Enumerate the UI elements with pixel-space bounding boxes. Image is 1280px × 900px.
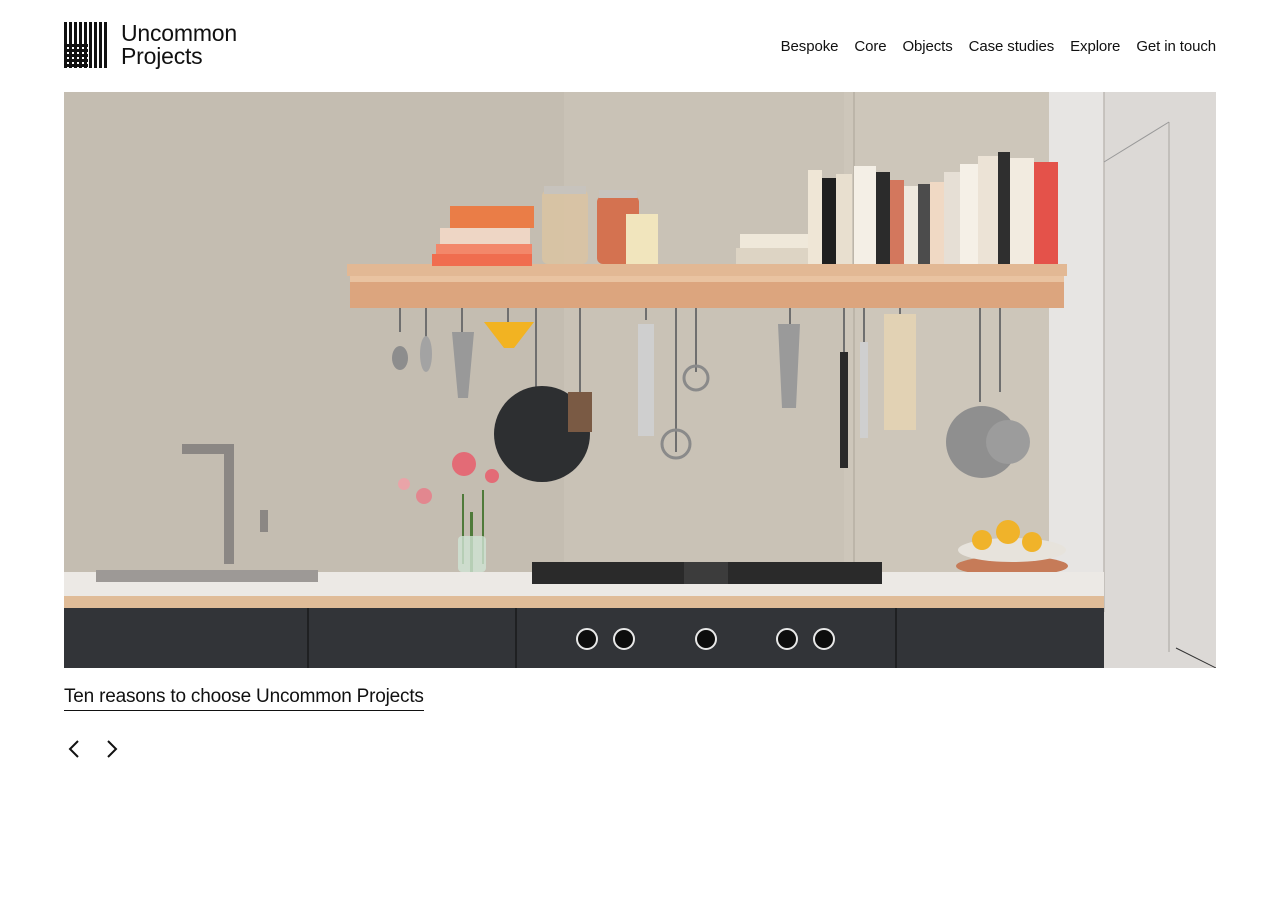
brand-logo[interactable]: Uncommon Projects (64, 22, 237, 68)
nav-item-objects[interactable]: Objects (902, 38, 952, 55)
carousel-controls (64, 738, 122, 760)
carousel-prev-button[interactable] (64, 738, 84, 760)
nav-item-case-studies[interactable]: Case studies (969, 38, 1055, 55)
nav-item-explore[interactable]: Explore (1070, 38, 1120, 55)
kitchen-photo (64, 92, 1216, 668)
nav-item-bespoke[interactable]: Bespoke (781, 38, 839, 55)
chevron-left-icon (68, 740, 79, 758)
slide-caption-link[interactable]: Ten reasons to choose Uncommon Projects (64, 686, 424, 711)
brand-name: Uncommon Projects (121, 22, 237, 68)
main-nav: Bespoke Core Objects Case studies Explor… (781, 38, 1216, 55)
brand-name-line2: Projects (121, 43, 203, 69)
brand-name-line1: Uncommon (121, 20, 237, 46)
carousel-next-button[interactable] (102, 738, 122, 760)
site-header: Uncommon Projects Bespoke Core Objects C… (64, 22, 1216, 70)
chevron-right-icon (107, 740, 118, 758)
hero-image[interactable] (64, 92, 1216, 668)
nav-item-core[interactable]: Core (854, 38, 886, 55)
nav-item-get-in-touch[interactable]: Get in touch (1136, 38, 1216, 55)
barcode-logo-icon (64, 22, 109, 68)
